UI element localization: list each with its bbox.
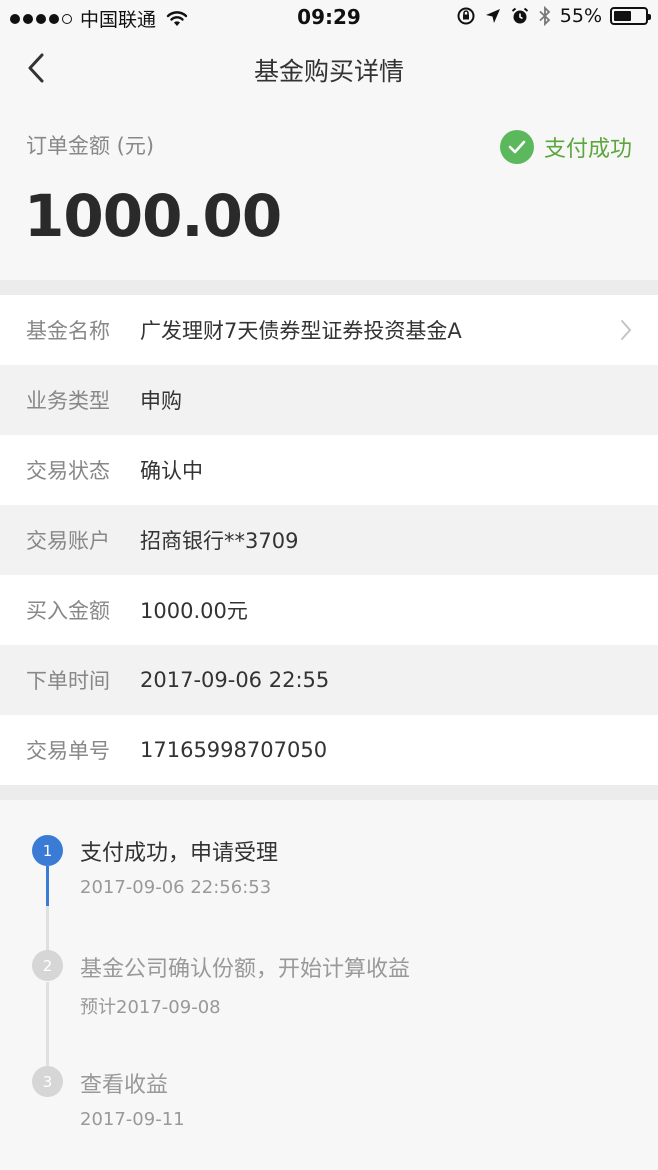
detail-row-buy-amount: 买入金额 1000.00元 (0, 575, 658, 645)
detail-label: 下单时间 (26, 669, 110, 693)
status-bar: 中国联通 09:29 55% (0, 0, 658, 34)
detail-label: 交易账户 (26, 529, 110, 553)
step-number-badge: 3 (32, 1066, 63, 1097)
detail-value: 2017-09-06 22:55 (140, 668, 330, 692)
detail-label: 基金名称 (26, 319, 110, 343)
detail-row-order-number: 交易单号 17165998707050 (0, 715, 658, 785)
battery-icon (610, 7, 651, 25)
payment-status-text: 支付成功 (543, 137, 632, 162)
step-date: 预计2017-09-08 (80, 997, 221, 1018)
timeline-line-active (46, 866, 49, 906)
step-title: 基金公司确认份额，开始计算收益 (80, 957, 411, 982)
detail-label: 交易单号 (26, 739, 110, 763)
detail-row-fund-name[interactable]: 基金名称 广发理财7天债券型证券投资基金A (0, 295, 658, 365)
step-number-badge: 2 (32, 950, 63, 981)
detail-row-trade-status: 交易状态 确认中 (0, 435, 658, 505)
battery-fill (614, 11, 631, 21)
chevron-right-icon (621, 320, 632, 340)
bluetooth-icon (539, 6, 551, 26)
detail-row-trade-account: 交易账户 招商银行**3709 (0, 505, 658, 575)
detail-value: 申购 (140, 389, 182, 413)
detail-row-order-time: 下单时间 2017-09-06 22:55 (0, 645, 658, 715)
detail-label: 业务类型 (26, 389, 110, 413)
nav-bar: 基金购买详情 (0, 34, 658, 100)
alarm-icon (511, 7, 528, 24)
amount-label: 订单金额 (元) (26, 134, 155, 158)
detail-value: 17165998707050 (140, 738, 328, 762)
detail-row-business-type: 业务类型 申购 (0, 365, 658, 435)
detail-value: 招商银行**3709 (140, 529, 299, 553)
order-details: 基金名称 广发理财7天债券型证券投资基金A 业务类型 申购 交易状态 确认中 交… (0, 295, 658, 785)
progress-timeline: 1 支付成功，申请受理 2017-09-06 22:56:53 2 基金公司确认… (0, 800, 658, 1170)
order-summary: 订单金额 (元) 1000.00 支付成功 (0, 100, 658, 280)
battery-percent: 55% (559, 5, 602, 27)
detail-label: 交易状态 (26, 459, 110, 483)
location-icon (485, 9, 500, 23)
section-divider (0, 785, 658, 800)
orientation-lock-icon (457, 7, 475, 25)
detail-value: 广发理财7天债券型证券投资基金A (140, 319, 462, 343)
step-date: 2017-09-06 22:56:53 (80, 877, 272, 898)
payment-status: 支付成功 (499, 130, 632, 164)
step-title: 查看收益 (80, 1073, 169, 1098)
step-date: 2017-09-11 (80, 1109, 185, 1130)
status-right: 55% (456, 5, 651, 27)
check-circle-icon (499, 130, 534, 164)
section-divider (0, 280, 658, 295)
step-number-badge: 1 (32, 835, 63, 866)
amount-value: 1000.00 (24, 182, 282, 250)
step-title: 支付成功，申请受理 (80, 841, 279, 866)
page-title: 基金购买详情 (253, 57, 404, 86)
detail-value: 1000.00元 (140, 599, 248, 623)
detail-label: 买入金额 (26, 599, 110, 623)
detail-value: 确认中 (140, 459, 203, 483)
